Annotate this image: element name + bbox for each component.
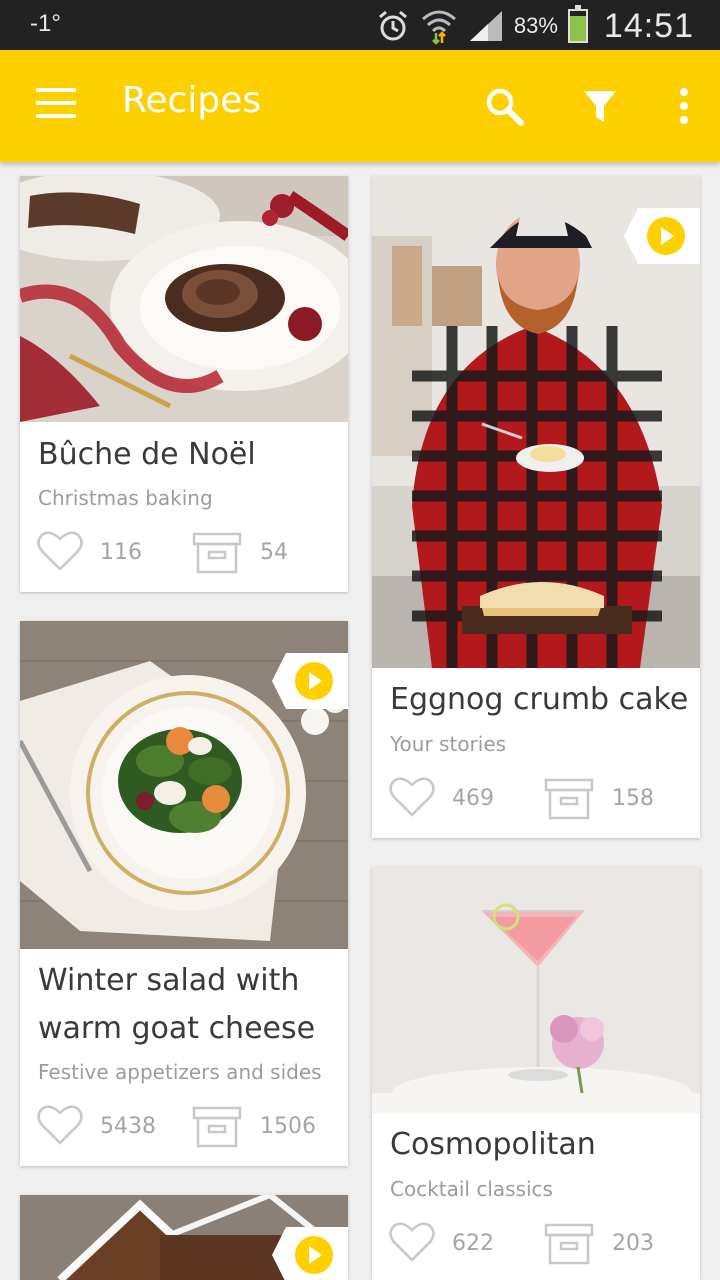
like-count: 622 [452,1231,494,1256]
recipe-title-line-2: warm goat cheese [38,1011,316,1046]
save-count: 203 [612,1231,654,1256]
recipe-card-buche-de-noel[interactable]: Bûche de Noël Christmas baking 116 54 [20,176,348,592]
archive-box-icon[interactable] [544,778,594,820]
play-icon[interactable] [624,208,700,264]
archive-box-icon[interactable] [192,1106,242,1148]
recipe-category: Your stories [390,732,507,756]
filter-icon[interactable] [578,84,622,128]
signal-icon [469,11,502,41]
recipe-card-cosmopolitan[interactable]: Cosmopolitan Cocktail classics 622 203 [372,867,700,1280]
recipe-card-partial[interactable] [20,1195,348,1280]
recipe-title: Bûche de Noël [38,437,256,472]
play-icon[interactable] [272,653,348,709]
recipe-category: Festive appetizers and sides [38,1060,322,1084]
recipe-image [372,867,700,1113]
search-icon[interactable] [482,84,526,128]
recipe-card-eggnog-crumb-cake[interactable]: Eggnog crumb cake Your stories 469 158 [372,176,700,838]
like-count: 469 [452,786,494,811]
recipe-title-line-1: Winter salad with [38,963,300,998]
recipe-card-winter-salad[interactable]: Winter salad with warm goat cheese Festi… [20,621,348,1166]
app-bar: Recipes [0,50,720,162]
save-count: 54 [260,540,288,565]
like-count: 116 [100,540,142,565]
battery-icon [567,5,588,43]
play-icon[interactable] [272,1227,348,1280]
more-vert-icon[interactable] [662,84,706,128]
wifi-icon [421,10,456,45]
status-bar: -1° 83% 14:51 [0,0,720,50]
recipe-category: Christmas baking [38,486,213,510]
recipe-title: Eggnog crumb cake [390,682,689,717]
heart-icon[interactable] [388,776,436,818]
page-title: Recipes [122,80,262,121]
recipe-image [20,176,348,422]
save-count: 158 [612,786,654,811]
clock-text: 14:51 [603,6,694,45]
recipe-category: Cocktail classics [390,1177,553,1201]
like-count: 5438 [100,1114,156,1139]
save-count: 1506 [260,1114,316,1139]
archive-box-icon[interactable] [192,532,242,574]
recipe-title: Cosmopolitan [390,1127,596,1162]
alarm-icon [378,10,407,41]
temperature-text: -1° [30,10,61,37]
battery-percent-text: 83% [513,13,558,38]
archive-box-icon[interactable] [544,1223,594,1265]
heart-icon[interactable] [388,1221,436,1263]
menu-icon[interactable] [36,88,76,124]
heart-icon[interactable] [36,530,84,572]
heart-icon[interactable] [36,1104,84,1146]
